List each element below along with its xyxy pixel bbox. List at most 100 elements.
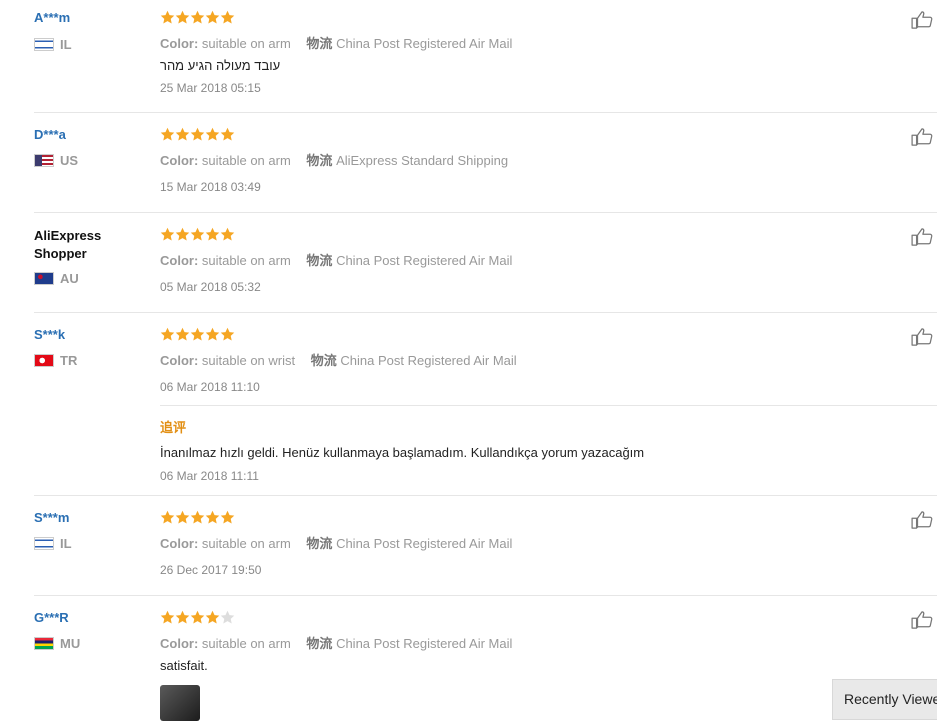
attr-label: Color: [160, 536, 199, 551]
review-attributes: Color: suitable on arm 物流 China Post Reg… [160, 33, 512, 52]
reviewer-name[interactable]: A***m [34, 9, 70, 27]
star-icon [205, 127, 220, 141]
star-icon [160, 327, 175, 341]
shipping-label: 物流 [306, 253, 333, 268]
review-item: A***m IL Color: suitable on arm 物流 China… [34, 0, 937, 113]
star-icon [190, 127, 205, 141]
star-icon [205, 610, 220, 624]
flag-au-icon [34, 272, 54, 285]
thumbs-up-icon[interactable] [911, 228, 933, 246]
review-item: AliExpress Shopper AU Color: suitable on… [34, 213, 937, 313]
reviewer-name[interactable]: S***m [34, 509, 69, 527]
country-code: MU [60, 636, 81, 651]
shipping-label: 物流 [306, 536, 333, 551]
star-icon [220, 327, 235, 341]
review-text: satisfait. [160, 658, 208, 673]
country-code: IL [60, 37, 72, 52]
star-icon [175, 227, 190, 241]
star-icon [175, 327, 190, 341]
thumbs-up-icon[interactable] [911, 128, 933, 146]
review-item: S***m IL Color: suitable on arm 物流 China… [34, 496, 937, 596]
star-icon [205, 227, 220, 241]
recently-viewed-tab[interactable]: Recently Viewed [832, 679, 937, 720]
appended-review-date: 06 Mar 2018 11:11 [160, 469, 259, 483]
appended-review-label: 追评 [160, 420, 187, 435]
shipping-method: China Post Registered Air Mail [336, 636, 513, 651]
review-date: 26 Dec 2017 19:50 [160, 563, 262, 577]
star-icon [220, 227, 235, 241]
attr-label: Color: [160, 153, 199, 168]
attr-value: suitable on arm [201, 36, 291, 51]
star-rating [160, 610, 235, 626]
review-date: 25 Mar 2018 05:15 [160, 81, 261, 95]
star-icon [220, 510, 235, 524]
review-attributes: Color: suitable on arm 物流 China Post Reg… [160, 533, 512, 552]
shipping-label: 物流 [306, 36, 333, 51]
attr-label: Color: [160, 36, 199, 51]
star-icon [175, 610, 190, 624]
appended-review-text: İnanılmaz hızlı geldi. Henüz kullanmaya … [160, 445, 645, 460]
attr-label: Color: [160, 636, 199, 651]
reviewer-name[interactable]: G***R [34, 609, 69, 627]
star-icon [160, 510, 175, 524]
star-icon [175, 10, 190, 24]
attr-value: suitable on arm [201, 536, 291, 551]
star-icon [220, 610, 235, 624]
reviewer-country: IL [34, 37, 72, 52]
review-text: עובד מעולה הגיע מהר [160, 58, 281, 73]
attr-value: suitable on wrist [201, 353, 296, 368]
reviewer-country: TR [34, 353, 77, 368]
attr-value: suitable on arm [201, 253, 291, 268]
star-icon [175, 127, 190, 141]
star-icon [190, 10, 205, 24]
reviewer-country: AU [34, 271, 79, 286]
flag-us-icon [34, 154, 54, 167]
reviewer-name[interactable]: D***a [34, 126, 66, 144]
star-icon [205, 327, 220, 341]
star-icon [220, 127, 235, 141]
review-photo-thumbnail[interactable] [160, 685, 200, 721]
review-attributes: Color: suitable on arm 物流 China Post Reg… [160, 633, 512, 652]
attr-value: suitable on arm [201, 636, 291, 651]
review-attributes: Color: suitable on arm 物流 AliExpress Sta… [160, 150, 508, 169]
reviewer-name[interactable]: S***k [34, 326, 65, 344]
star-rating [160, 510, 235, 526]
reviewer-name: AliExpress Shopper [34, 228, 102, 261]
review-attributes: Color: suitable on wrist 物流 China Post R… [160, 350, 517, 369]
thumbs-up-icon[interactable] [911, 328, 933, 346]
country-code: TR [60, 353, 78, 368]
thumbs-up-icon[interactable] [911, 611, 933, 629]
attr-label: Color: [160, 353, 199, 368]
shipping-method: China Post Registered Air Mail [340, 353, 517, 368]
shipping-method: China Post Registered Air Mail [336, 253, 513, 268]
star-rating [160, 227, 235, 243]
star-icon [205, 510, 220, 524]
star-rating [160, 127, 235, 143]
review-attributes: Color: suitable on arm 物流 China Post Reg… [160, 250, 512, 269]
flag-mu-icon [34, 637, 54, 650]
shipping-method: China Post Registered Air Mail [336, 536, 513, 551]
thumbs-up-icon[interactable] [911, 511, 933, 529]
divider [160, 405, 937, 406]
review-date: 06 Mar 2018 11:10 [160, 380, 260, 394]
flag-il-icon [34, 38, 54, 51]
star-icon [190, 510, 205, 524]
shipping-label: 物流 [306, 153, 333, 168]
star-icon [160, 10, 175, 24]
review-date: 15 Mar 2018 03:49 [160, 180, 261, 194]
attr-value: suitable on arm [201, 153, 291, 168]
shipping-label: 物流 [310, 353, 337, 368]
review-item: D***a US Color: suitable on arm 物流 AliEx… [34, 113, 937, 213]
shipping-label: 物流 [306, 636, 333, 651]
star-icon [175, 510, 190, 524]
thumbs-up-icon[interactable] [911, 11, 933, 29]
star-icon [160, 610, 175, 624]
reviewer-country: IL [34, 536, 72, 551]
shipping-method: AliExpress Standard Shipping [336, 153, 509, 168]
reviewer-country: MU [34, 636, 80, 651]
shipping-method: China Post Registered Air Mail [336, 36, 513, 51]
star-rating [160, 10, 235, 26]
star-icon [190, 327, 205, 341]
flag-tr-icon [34, 354, 54, 367]
review-item: S***k TR Color: suitable on wrist 物流 Chi… [34, 313, 937, 496]
